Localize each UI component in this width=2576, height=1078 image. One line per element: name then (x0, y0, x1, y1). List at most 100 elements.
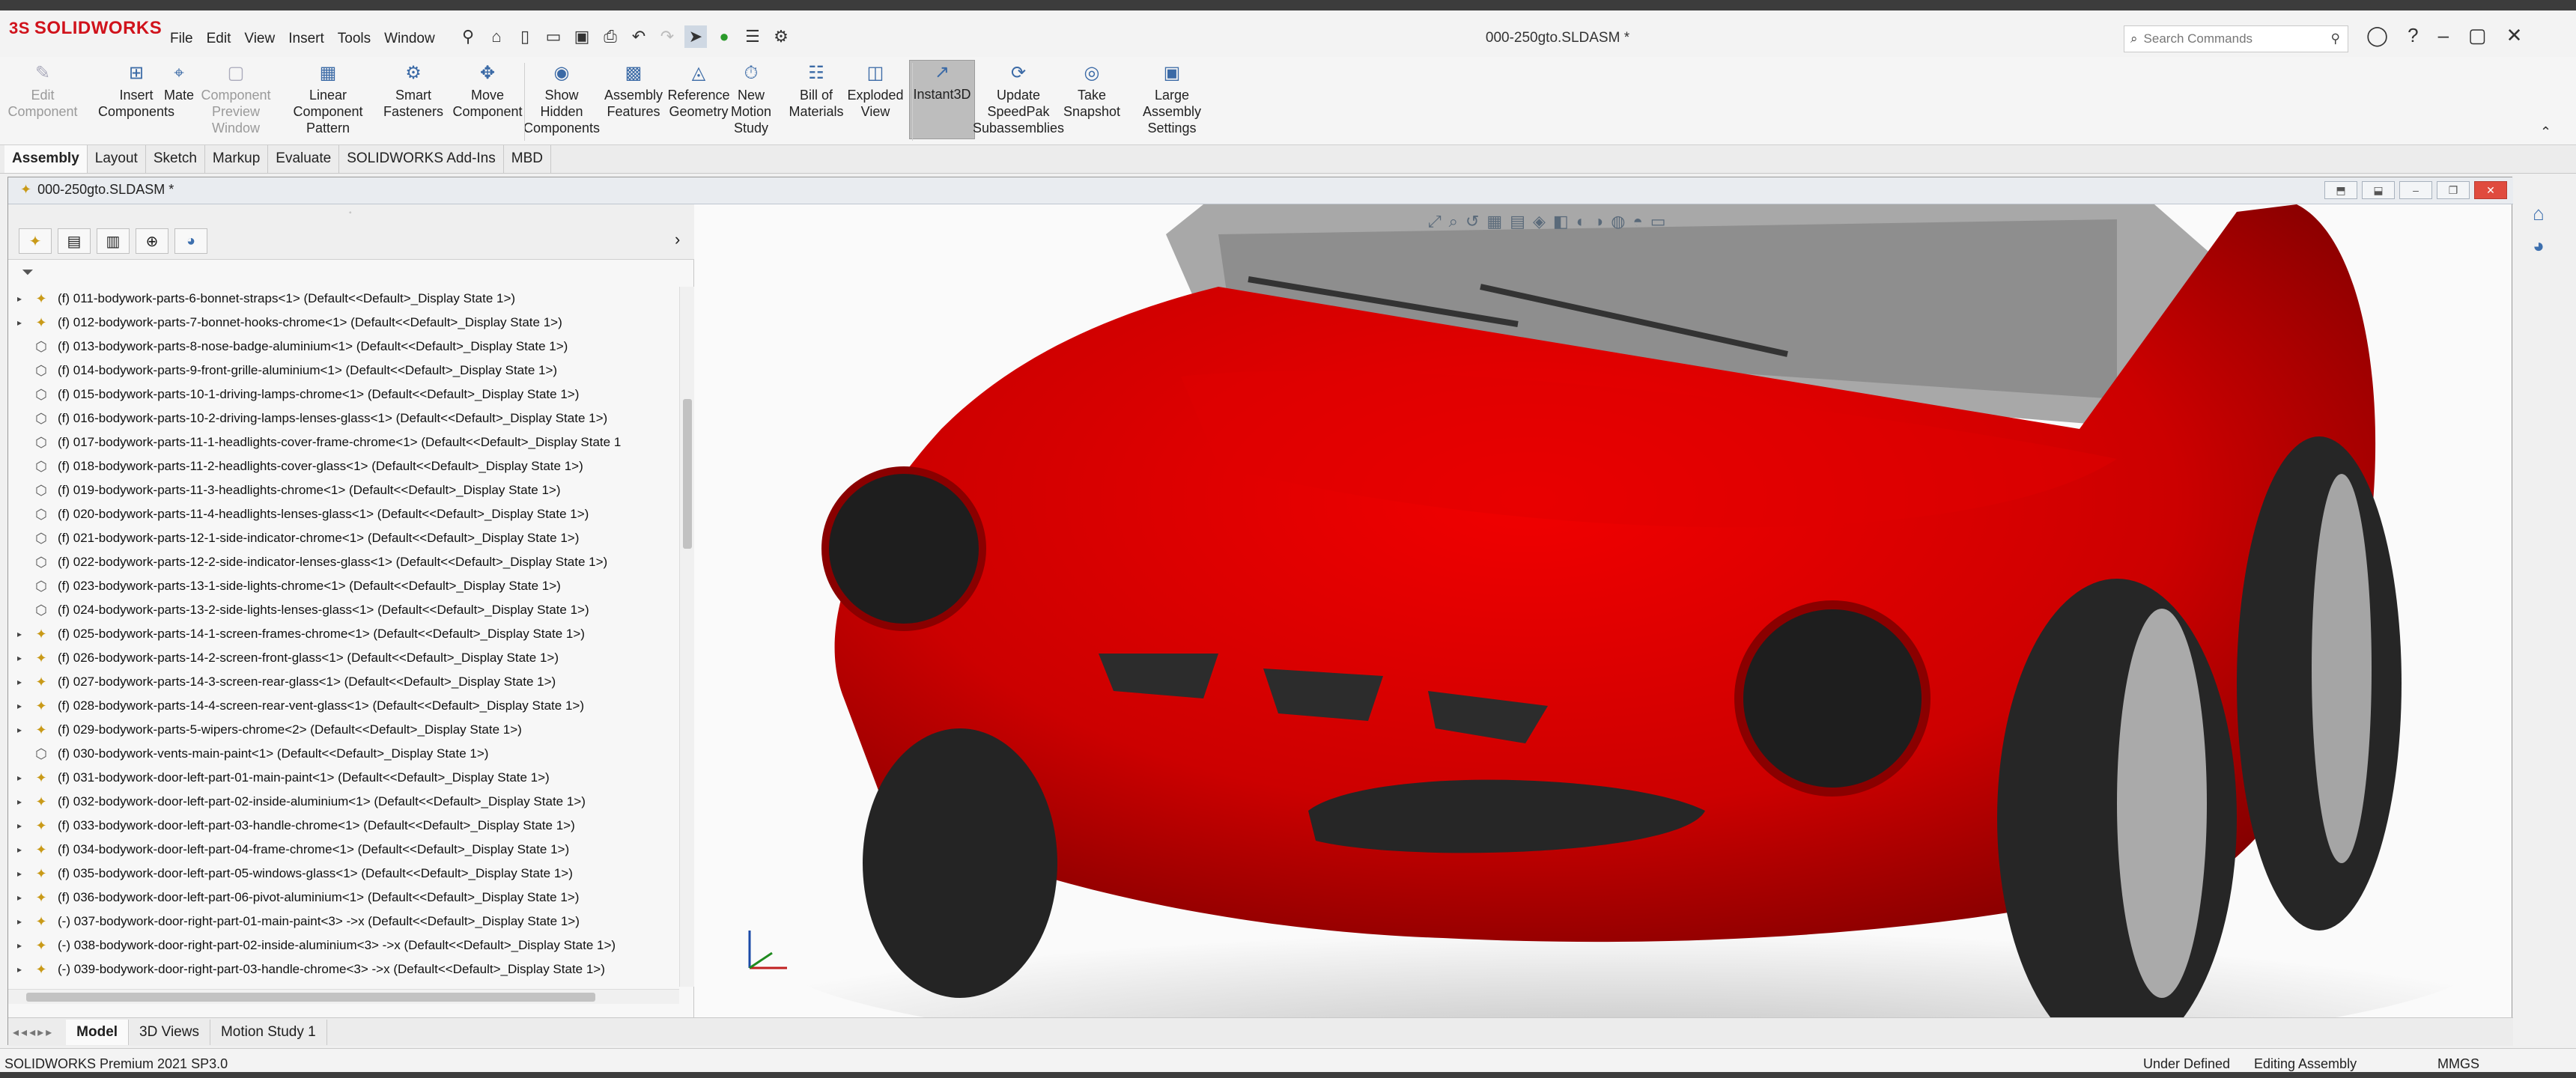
tree-item[interactable]: ⬡ (f) 024-bodywork-parts-13-2-side-lights… (8, 598, 679, 622)
tree-item[interactable]: ⬡ (f) 015-bodywork-parts-10-1-driving-lam… (8, 383, 679, 406)
tab-assembly[interactable]: Assembly (4, 145, 88, 173)
command-linear-pattern-button[interactable]: ▦ Linear Component Pattern (276, 61, 380, 136)
search-commands-field[interactable]: ⌕ Search Commands ⚲ (2124, 25, 2348, 52)
expand-arrow-icon[interactable]: ▸ (8, 293, 31, 304)
command-instant3d-button[interactable]: ↗ Instant3D (909, 60, 975, 139)
apply-scene-icon[interactable]: ◍ (1611, 212, 1625, 231)
tree-item[interactable]: ▸ ✦ (-) 038-bodywork-door-right-part-02-in… (8, 934, 679, 957)
menu-item-view[interactable]: View (237, 27, 282, 51)
tab-markup[interactable]: Markup (205, 145, 269, 173)
tree-item[interactable]: ⬡ (f) 018-bodywork-parts-11-2-headlights-… (8, 454, 679, 478)
car-model-render[interactable] (694, 204, 2512, 1017)
solidworks-logo[interactable]: 3S SOLIDWORKS (9, 18, 162, 39)
tree-item[interactable]: ▸ ✦ (-) 039-bodywork-door-right-part-03-ha… (8, 957, 679, 981)
zoom-to-fit-icon[interactable]: ⤢ (1428, 212, 1442, 231)
help-icon[interactable]: ? (2408, 24, 2418, 47)
expand-arrow-icon[interactable]: ▸ (8, 868, 31, 879)
command-speedpak-button[interactable]: ⟳ Update SpeedPak Subassemblies (973, 61, 1064, 136)
solidworks-resources-icon[interactable]: ⌂ (2533, 202, 2545, 225)
maximize-button[interactable]: ▢ (2468, 24, 2487, 47)
expand-arrow-icon[interactable]: ▸ (8, 964, 31, 975)
dimxpert-manager-tab-icon[interactable]: ⊕ (136, 228, 168, 254)
tab-sketch[interactable]: Sketch (146, 145, 205, 173)
tile-vertical-button[interactable]: ⬓ (2362, 181, 2395, 199)
expand-panel-chevron-icon[interactable]: › (675, 230, 680, 249)
command-large-assembly-button[interactable]: ▣ Large Assembly Settings (1133, 61, 1211, 136)
tree-item[interactable]: ▸ ✦ (f) 011-bodywork-parts-6-bonnet-straps… (8, 287, 679, 311)
menu-item-file[interactable]: File (163, 27, 200, 51)
menu-item-insert[interactable]: Insert (282, 27, 331, 51)
command-motion-study-button[interactable]: ⏱ New Motion Study (728, 61, 774, 136)
home-icon[interactable]: ⌂ (485, 25, 508, 48)
tree-item[interactable]: ▸ ✦ (f) 033-bodywork-door-left-part-03-han… (8, 814, 679, 838)
zoom-to-area-icon[interactable]: ⌕ (1449, 212, 1458, 231)
tree-item[interactable]: ⬡ (f) 030-bodywork-vents-main-paint<1> (D… (8, 742, 679, 766)
command-bom-button[interactable]: ☷ Bill of Materials (786, 61, 846, 120)
bottom-tab-model[interactable]: Model (66, 1019, 130, 1045)
view-orientation-icon[interactable]: ◈ (1533, 212, 1546, 231)
tree-item[interactable]: ▸ ✦ (-) 037-bodywork-door-right-part-01-ma… (8, 910, 679, 934)
open-folder-icon[interactable]: ▭ (542, 25, 565, 48)
expand-arrow-icon[interactable]: ▸ (8, 725, 31, 735)
tab-scroll-arrows[interactable]: ◂◂◂▸▸ (13, 1025, 54, 1040)
expand-arrow-icon[interactable]: ▸ (8, 701, 31, 711)
display-pane-icon[interactable]: ▭ (1650, 212, 1666, 231)
panel-drag-handle[interactable]: ◦ (349, 209, 352, 217)
display-manager-tab-icon[interactable]: ◕ (174, 228, 207, 254)
tree-item[interactable]: ▸ ✦ (f) 026-bodywork-parts-14-2-screen-fro… (8, 646, 679, 670)
minimize-button[interactable]: – (2438, 24, 2449, 47)
expand-arrow-icon[interactable]: ▸ (8, 653, 31, 663)
appearances-scenes-icon[interactable]: ◕ (2533, 234, 2545, 258)
units-selector[interactable]: MMGS (2437, 1056, 2479, 1072)
tree-item[interactable]: ⬡ (f) 020-bodywork-parts-11-4-headlights-… (8, 502, 679, 526)
section-view-icon[interactable]: ▦ (1486, 212, 1502, 231)
hide-show-items-icon[interactable]: ◐ (1576, 212, 1586, 231)
tree-item[interactable]: ⬡ (f) 016-bodywork-parts-10-2-driving-lam… (8, 406, 679, 430)
print-icon[interactable]: ⎙ (599, 25, 622, 48)
command-reference-geometry-button[interactable]: ◬ Reference Geometry (667, 61, 729, 120)
command-exploded-view-button[interactable]: ◫ Exploded View (846, 61, 905, 120)
graphics-area[interactable]: ⤢ ⌕ ↺ ▦ ▤ ◈ ◧ ◐ ◑ ◍ ◓ ▭ (694, 204, 2512, 1017)
command-fasteners-button[interactable]: ⚙ Smart Fasteners (383, 61, 443, 120)
property-manager-tab-icon[interactable]: ▤ (58, 228, 91, 254)
tree-item[interactable]: ▸ ✦ (f) 036-bodywork-door-left-part-06-piv… (8, 886, 679, 910)
bottom-tab-motion-study-1[interactable]: Motion Study 1 (210, 1019, 327, 1045)
expand-arrow-icon[interactable]: ▸ (8, 629, 31, 639)
command-mate-button[interactable]: ⌖ Mate (160, 61, 198, 103)
options-gear-icon[interactable]: ⚙ (770, 25, 792, 48)
tree-item[interactable]: ▸ ✦ (f) 012-bodywork-parts-7-bonnet-hooks-… (8, 311, 679, 335)
search-scope-icon[interactable]: ⌕ (2130, 31, 2138, 46)
doc-restore-button[interactable]: ❐ (2437, 181, 2470, 199)
tree-item[interactable]: ▸✦(-) 040-bodywork-door-right-part-04-fr… (8, 981, 679, 987)
close-button[interactable]: ✕ (2506, 24, 2523, 47)
command-assembly-features-button[interactable]: ▩ Assembly Features (604, 61, 663, 120)
save-icon[interactable]: ▣ (571, 25, 593, 48)
select-cursor-icon[interactable]: ➤ (684, 25, 707, 48)
tree-vertical-scrollbar[interactable] (679, 287, 694, 987)
view-settings-icon[interactable]: ◓ (1632, 212, 1642, 231)
tree-item[interactable]: ▸ ✦ (f) 025-bodywork-parts-14-1-screen-fra… (8, 622, 679, 646)
tab-evaluate[interactable]: Evaluate (268, 145, 340, 173)
doc-minimize-button[interactable]: – (2399, 181, 2432, 199)
command-show-hidden-button[interactable]: ◉ Show Hidden Components (523, 61, 600, 136)
tree-item[interactable]: ▸ ✦ (f) 035-bodywork-door-left-part-05-win… (8, 862, 679, 886)
configuration-manager-tab-icon[interactable]: ▥ (97, 228, 130, 254)
tree-item[interactable]: ⬡ (f) 022-bodywork-parts-12-2-side-indica… (8, 550, 679, 574)
undo-icon[interactable]: ↶ (628, 25, 650, 48)
doc-close-button[interactable]: ✕ (2474, 181, 2507, 199)
tab-layout[interactable]: Layout (88, 145, 146, 173)
command-move-component-button[interactable]: ✥ Move Component (451, 61, 524, 120)
expand-arrow-icon[interactable]: ▸ (8, 844, 31, 855)
tree-item[interactable]: ▸ ✦ (f) 034-bodywork-door-left-part-04-fra… (8, 838, 679, 862)
tree-item[interactable]: ⬡ (f) 014-bodywork-parts-9-front-grille-a… (8, 359, 679, 383)
command-preview-window-button[interactable]: ▢ Component Preview Window (199, 61, 273, 136)
edit-appearance-icon[interactable]: ◑ (1594, 212, 1603, 231)
redo-icon[interactable]: ↷ (656, 25, 678, 48)
menu-item-tools[interactable]: Tools (331, 27, 377, 51)
tree-item[interactable]: ▸ ✦ (f) 032-bodywork-door-left-part-02-ins… (8, 790, 679, 814)
new-document-icon[interactable]: ▯ (514, 25, 536, 48)
pin-icon[interactable]: ⚲ (457, 25, 479, 48)
previous-view-icon[interactable]: ↺ (1465, 212, 1479, 231)
tree-item[interactable]: ⬡ (f) 021-bodywork-parts-12-1-side-indica… (8, 526, 679, 550)
expand-arrow-icon[interactable]: ▸ (8, 916, 31, 927)
